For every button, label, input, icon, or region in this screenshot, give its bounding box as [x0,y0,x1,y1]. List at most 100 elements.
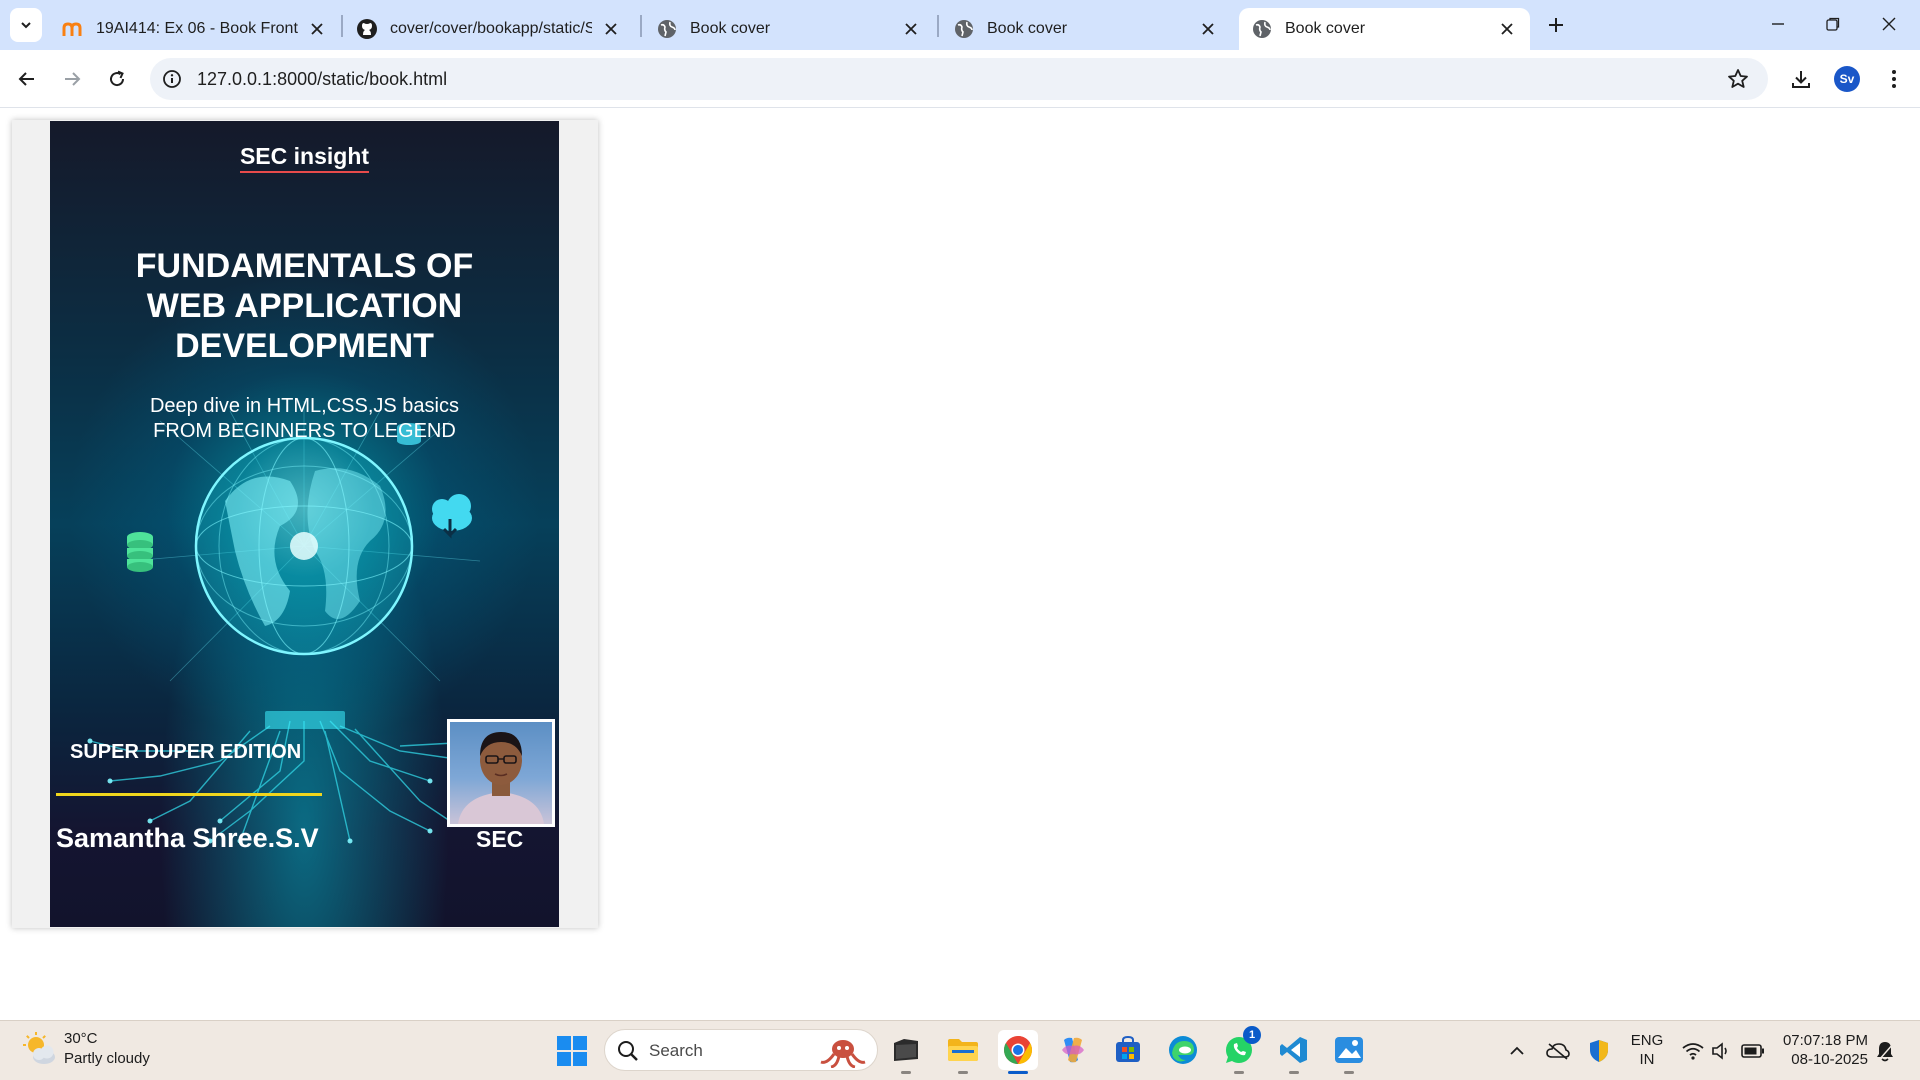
close-window-button[interactable] [1866,8,1912,40]
tab-github[interactable]: cover/cover/bookapp/static/Sc [344,8,634,50]
tab-book-cover-2[interactable]: Book cover [941,8,1231,50]
security-tray[interactable] [1586,1038,1612,1064]
download-icon [1792,71,1810,88]
tab-book-cover-active[interactable]: Book cover [1239,8,1530,50]
weather-description[interactable]: Partly cloudy [64,1050,150,1067]
tab-search-button[interactable] [10,8,42,42]
tab-moodle[interactable]: 19AI414: Ex 06 - Book Front Co [50,8,340,50]
app-running-indicator [1289,1071,1299,1074]
onedrive-tray[interactable] [1545,1038,1571,1064]
edge-icon [1169,1036,1197,1064]
notifications-button[interactable] [1872,1038,1898,1064]
taskbar-app-whatsapp[interactable]: 1 [1219,1026,1261,1074]
subtitle-line: FROM BEGINNERS TO LEGEND [153,420,456,442]
taskbar-app-photos[interactable] [1329,1030,1369,1074]
battery-icon [1741,1044,1764,1058]
github-icon [356,18,378,40]
taskbar-app-vscode[interactable] [1274,1030,1314,1074]
weather-temperature[interactable]: 30°C [64,1030,98,1047]
menu-button[interactable] [1877,62,1911,96]
book-title-line: FUNDAMENTALS OF [135,247,474,285]
clock-date: 08-10-2025 [1791,1051,1868,1068]
system-clock[interactable]: 07:07:18 PM 08-10-2025 [1778,1031,1868,1069]
book-cover: SEC insight FUNDAMENTALS OF WEB APPLICAT… [50,121,559,927]
brand-heading: SEC insight [50,143,559,173]
shield-icon [1590,1040,1608,1062]
reload-icon [110,70,125,87]
restore-icon [1826,17,1840,31]
taskbar-app-file-manager[interactable] [886,1030,926,1074]
language-indicator[interactable]: ENG IN [1630,1031,1664,1069]
url-text[interactable]: 127.0.0.1:8000/static/book.html [197,69,447,90]
notification-badge: 1 [1243,1026,1261,1044]
wifi-icon [1682,1043,1704,1060]
moodle-icon [62,18,84,40]
speaker-icon [1712,1042,1727,1060]
new-tab-button[interactable] [1541,10,1571,40]
book-title-line: WEB APPLICATION [146,287,463,325]
close-icon[interactable] [1496,18,1518,40]
app-running-indicator [1344,1071,1354,1074]
tab-separator [640,15,642,37]
minimize-icon [1772,23,1784,25]
battery-tray[interactable] [1740,1038,1766,1064]
tab-separator [937,15,939,37]
back-button[interactable] [10,62,44,96]
edition-underline [56,793,322,796]
minimize-button[interactable] [1755,8,1801,40]
show-hidden-icons-button[interactable] [1504,1038,1530,1064]
tab-title: cover/cover/bookapp/static/Sc [390,20,592,37]
globe-icon [656,18,678,40]
taskbar-app-edge[interactable] [1163,1030,1203,1070]
globe-icon [953,18,975,40]
edition-label: SUPER DUPER EDITION [70,741,302,763]
taskbar-search-box[interactable]: Search [604,1029,878,1071]
chevron-up-icon [1510,1046,1524,1055]
restore-button[interactable] [1810,8,1856,40]
reload-button[interactable] [100,62,134,96]
search-placeholder: Search [649,1041,703,1060]
tab-separator [341,15,343,37]
taskbar-app-store[interactable] [1108,1030,1148,1070]
tab-title: Book cover [987,20,1068,37]
windows-start-icon[interactable] [556,1035,588,1067]
chrome-icon [1004,1036,1032,1064]
arrow-left-icon [18,72,34,86]
store-icon [1116,1036,1140,1062]
partly-cloudy-icon[interactable] [22,1031,58,1067]
photos-icon [1335,1037,1363,1063]
kebab-menu-icon [1892,70,1896,88]
taskbar: 30°C Partly cloudy Search 1 ENG IN 07:07… [0,1020,1920,1080]
cloud-download-icon [432,494,472,539]
app-running-indicator [1234,1071,1244,1074]
site-info-icon[interactable] [160,67,184,91]
book-title-line: DEVELOPMENT [175,327,434,365]
wifi-tray[interactable] [1680,1038,1706,1064]
close-icon[interactable] [900,18,922,40]
language-code: ENG [1630,1032,1664,1049]
author-photo [447,719,555,827]
app-running-indicator [958,1071,968,1074]
close-icon[interactable] [1197,18,1219,40]
taskbar-app-chrome[interactable] [998,1030,1038,1074]
tab-book-cover-1[interactable]: Book cover [644,8,934,50]
app-running-indicator [901,1071,911,1074]
volume-tray[interactable] [1708,1038,1734,1064]
taskbar-app-file-explorer[interactable] [943,1030,983,1074]
close-icon[interactable] [600,18,622,40]
vscode-icon [1280,1037,1307,1063]
downloads-button[interactable] [1784,62,1818,96]
tab-title: 19AI414: Ex 06 - Book Front Co [96,20,298,37]
brand-text: SEC insight [239,143,370,173]
clock-time: 07:07:18 PM [1782,1032,1868,1049]
bookmark-star-icon[interactable] [1726,67,1750,91]
search-icon [618,1041,638,1061]
search-highlight-art-icon [820,1040,866,1068]
address-bar[interactable]: 127.0.0.1:8000/static/book.html [150,58,1768,100]
close-icon[interactable] [306,18,328,40]
tab-title: Book cover [690,20,771,37]
profile-avatar[interactable]: Sv [1834,66,1860,92]
plus-icon [1549,18,1563,32]
forward-button[interactable] [55,62,89,96]
taskbar-app-copilot[interactable] [1053,1030,1093,1070]
